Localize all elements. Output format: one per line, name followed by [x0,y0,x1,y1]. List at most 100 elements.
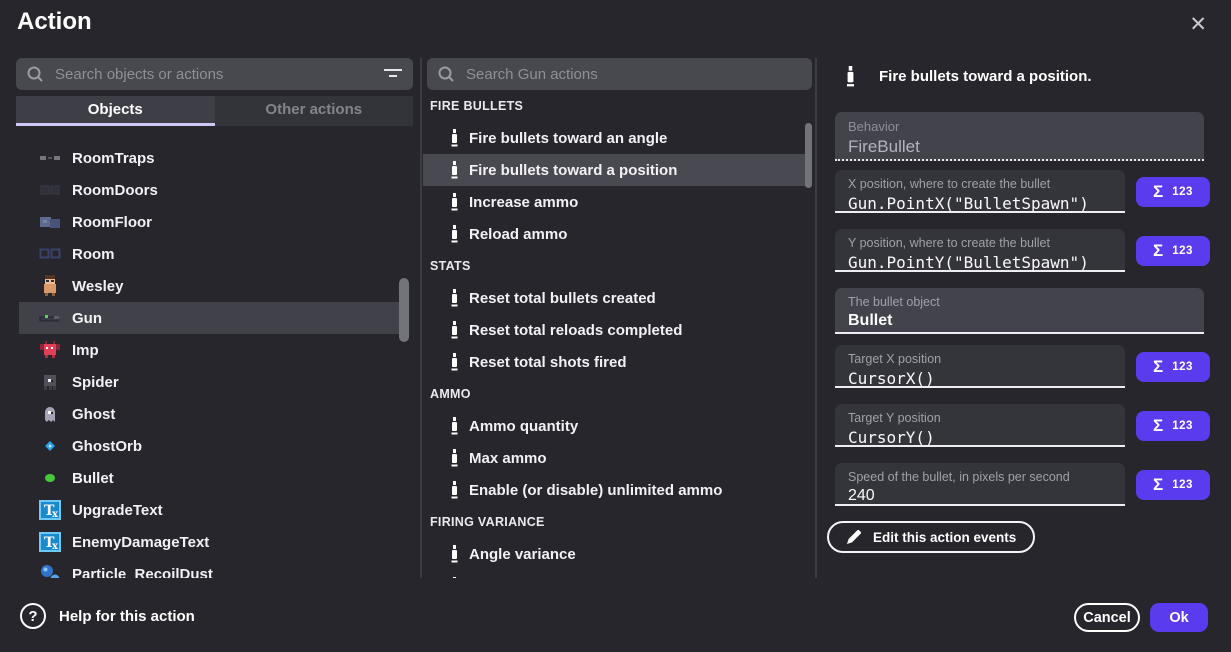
action-item-partial[interactable] [423,570,812,578]
action-item[interactable]: Fire bullets toward an angle [423,122,812,154]
object-label: Bullet [72,470,114,487]
sigma-icon: Σ [1153,416,1163,436]
svg-text:x: x [52,541,59,552]
action-item[interactable]: Max ammo [423,442,812,474]
action-item[interactable]: Angle variance [423,538,812,570]
bullet-action-icon [450,353,459,371]
actions-search-bar [427,58,812,90]
field-label: Target X position [848,352,1125,366]
roomfloor-icon [39,211,61,233]
section-header: FIRING VARIANCE [423,506,812,538]
object-item-room[interactable]: Room [19,238,403,270]
field-value: 240 [848,487,1125,505]
object-label: EnemyDamageText [72,534,209,551]
field-bullet-object[interactable]: The bullet object Bullet [835,288,1204,334]
action-list: FIRE BULLETS Fire bullets toward an angl… [423,90,812,578]
expression-editor-button[interactable]: Σ 123 [1136,177,1210,207]
expression-editor-button[interactable]: Σ 123 [1136,411,1210,441]
divider-left-middle [420,58,422,578]
tab-other-actions[interactable]: Other actions [215,96,414,126]
bullet-action-icon [450,225,459,243]
object-label: RoomFloor [72,214,152,231]
edit-action-events-button[interactable]: Edit this action events [827,521,1035,553]
action-dialog: Action ✕ Objects Other actions RoomTraps… [0,0,1231,652]
action-label: Reset total shots fired [469,354,627,371]
bullet-action-icon [450,481,459,499]
action-label: Max ammo [469,450,547,467]
bullet-action-icon [450,417,459,435]
tab-objects[interactable]: Objects [16,96,215,126]
bullet-action-icon [450,129,459,147]
object-item-gun[interactable]: Gun [19,302,403,334]
field-y-position[interactable]: Y position, where to create the bullet G… [835,229,1125,272]
sigma-icon: Σ [1153,241,1163,261]
bullet-action-icon [450,289,459,307]
action-item[interactable]: Reset total shots fired [423,346,812,378]
field-x-position[interactable]: X position, where to create the bullet G… [835,170,1125,213]
object-item-spider[interactable]: Spider [19,366,403,398]
sigma-icon: Σ [1153,475,1163,495]
object-label: Particle_RecoilDust [72,566,213,579]
objects-search-input[interactable] [53,65,377,84]
field-value: Gun.PointY("BulletSpawn") [848,253,1125,272]
field-target-x[interactable]: Target X position CursorX() [835,345,1125,388]
object-label: Imp [72,342,99,359]
object-item-particle-recoildust[interactable]: Particle_RecoilDust [19,558,403,578]
action-label: Angle variance [469,546,576,563]
action-label: Fire bullets toward a position [469,162,677,179]
expression-editor-button[interactable]: Σ 123 [1136,470,1210,500]
filter-icon[interactable] [383,67,403,81]
bullet-action-icon [845,66,856,87]
field-label: X position, where to create the bullet [848,177,1125,191]
bullet-action-icon [450,545,459,563]
field-target-y[interactable]: Target Y position CursorY() [835,404,1125,447]
object-list: RoomTraps RoomDoors RoomFloor Room Wesle… [16,142,413,578]
object-item-upgradetext[interactable]: Tx UpgradeText [19,494,403,526]
action-item[interactable]: Reset total bullets created [423,282,812,314]
object-item-ghost[interactable]: Ghost [19,398,403,430]
svg-text:x: x [52,509,59,520]
cancel-button[interactable]: Cancel [1074,603,1140,632]
objects-panel: Objects Other actions RoomTraps RoomDoor… [16,0,413,578]
expression-editor-button[interactable]: Σ 123 [1136,352,1210,382]
object-item-enemydamagetext[interactable]: Tx EnemyDamageText [19,526,403,558]
help-for-action[interactable]: ? Help for this action [20,603,195,629]
object-item-wesley[interactable]: Wesley [19,270,403,302]
action-item[interactable]: Enable (or disable) unlimited ammo [423,474,812,506]
middle-scrollbar-thumb[interactable] [805,123,812,188]
actions-search-input[interactable] [464,65,802,84]
ok-button[interactable]: Ok [1150,603,1208,632]
bullet-action-icon [450,449,459,467]
object-label: RoomDoors [72,182,158,199]
object-item-bullet[interactable]: Bullet [19,462,403,494]
field-speed[interactable]: Speed of the bullet, in pixels per secon… [835,463,1125,506]
action-item[interactable]: Reset total reloads completed [423,314,812,346]
expression-editor-button[interactable]: Σ 123 [1136,236,1210,266]
object-label: Wesley [72,278,123,295]
action-detail-title: Fire bullets toward a position. [879,68,1092,85]
object-label: GhostOrb [72,438,142,455]
object-item-roomdoors[interactable]: RoomDoors [19,174,403,206]
field-value: Bullet [848,312,1204,330]
divider-middle-right [815,58,817,578]
action-item[interactable]: Ammo quantity [423,410,812,442]
wesley-icon [39,275,61,297]
left-tabs: Objects Other actions [16,96,413,126]
ghost-icon [39,403,61,425]
object-item-ghostorb[interactable]: GhostOrb [19,430,403,462]
behavior-field: Behavior FireBullet [835,112,1204,161]
section-header: AMMO [423,378,812,410]
action-label: Ammo quantity [469,418,578,435]
field-label: Target Y position [848,411,1125,425]
numbers-icon: 123 [1172,361,1193,373]
pencil-icon [846,529,862,545]
action-item[interactable]: Reload ammo [423,218,812,250]
object-item-roomfloor[interactable]: RoomFloor [19,206,403,238]
action-item[interactable]: Increase ammo [423,186,812,218]
actions-panel: FIRE BULLETS Fire bullets toward an angl… [423,0,812,578]
action-item-selected[interactable]: Fire bullets toward a position [423,154,812,186]
left-scrollbar-thumb[interactable] [399,278,409,342]
object-item-imp[interactable]: Imp [19,334,403,366]
object-label: Room [72,246,115,263]
object-item-roomtraps[interactable]: RoomTraps [19,142,403,174]
